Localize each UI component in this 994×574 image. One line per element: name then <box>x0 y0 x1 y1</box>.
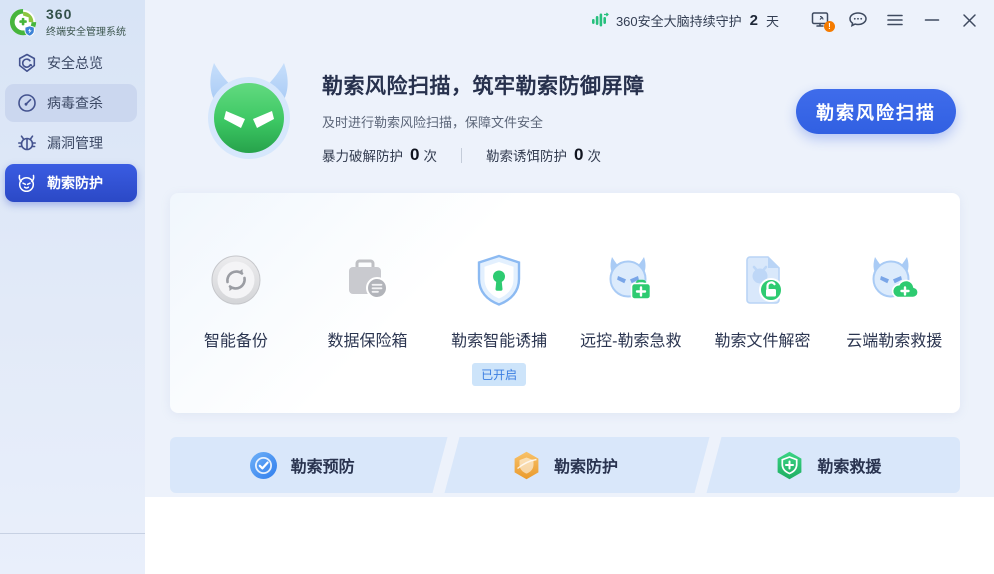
green-hex-shield-icon <box>775 451 804 480</box>
stat-value: 0 <box>574 145 583 165</box>
feature-label: 智能备份 <box>204 327 268 351</box>
stat-value: 0 <box>410 145 419 165</box>
enabled-badge: 已开启 <box>472 363 526 386</box>
sidebar-item-ransomware-protection[interactable]: 勒索防护 <box>5 164 137 202</box>
file-unlock-icon <box>735 249 791 311</box>
feedback-chat-icon[interactable] <box>847 9 869 31</box>
sidebar-item-label: 勒索防护 <box>47 173 103 193</box>
guard-text: 360安全大脑持续守护 <box>616 11 742 30</box>
feature-smart-trap[interactable]: 勒索智能诱捕 已开启 <box>433 249 565 413</box>
main-panel: 360安全大脑持续守护 2 天 ! <box>145 0 994 574</box>
feature-label: 远控-勒索急救 <box>580 327 681 351</box>
brand-subtitle: 终端安全管理系统 <box>46 23 126 38</box>
sidebar-item-label: 病毒查杀 <box>47 93 103 113</box>
virus-scan-icon <box>16 93 37 114</box>
minimize-icon[interactable] <box>921 9 943 31</box>
close-icon[interactable] <box>958 9 980 31</box>
menu-icon[interactable] <box>884 9 906 31</box>
svg-text:!: ! <box>828 22 831 31</box>
features-card: 智能备份 数据保险箱 <box>170 193 960 413</box>
brain-guard-status: 360安全大脑持续守护 2 天 <box>591 11 779 30</box>
ransomware-mascot-icon <box>203 62 295 160</box>
backup-sync-icon <box>208 249 264 311</box>
hero-text: 勒索风险扫描，筑牢勒索防御屏障 及时进行勒索风险扫描，保障文件安全 暴力破解防护… <box>322 70 645 165</box>
bug-icon <box>16 133 37 154</box>
stat-divider <box>461 148 462 163</box>
brand-title: 360 <box>46 7 126 21</box>
tab-label: 勒索防护 <box>554 453 618 477</box>
tab-ransomware-protection[interactable]: 勒索防护 <box>433 437 696 493</box>
page-title: 勒索风险扫描，筑牢勒索防御屏障 <box>322 70 645 100</box>
feature-label: 云端勒索救援 <box>846 327 942 351</box>
tab-label: 勒索预防 <box>291 453 355 477</box>
bottom-tabbar: 勒索预防 勒索防护 <box>170 437 960 493</box>
sidebar-item-security-overview[interactable]: 安全总览 <box>5 44 137 82</box>
sidebar-nav: 安全总览 病毒查杀 <box>5 44 137 202</box>
ransomware-scan-button[interactable]: 勒索风险扫描 <box>796 89 956 134</box>
sidebar-item-label: 漏洞管理 <box>47 133 103 153</box>
demon-icon <box>16 173 37 194</box>
feature-data-safe[interactable]: 数据保险箱 <box>302 249 434 413</box>
sidebar-item-virus-scan[interactable]: 病毒查杀 <box>5 84 137 122</box>
tab-ransomware-prevention[interactable]: 勒索预防 <box>170 437 433 493</box>
stat-unit: 次 <box>423 145 437 165</box>
app-logo: 360 终端安全管理系统 <box>0 0 145 38</box>
tab-label: 勒索救援 <box>817 453 881 477</box>
page-subtitle: 及时进行勒索风险扫描，保障文件安全 <box>322 112 645 131</box>
feature-label: 勒索文件解密 <box>715 327 811 351</box>
feature-smart-backup[interactable]: 智能备份 <box>170 249 302 413</box>
demon-firstaid-icon <box>602 249 660 311</box>
feature-label: 勒索智能诱捕 <box>451 327 547 351</box>
tab-ransomware-rescue[interactable]: 勒索救援 <box>697 437 960 493</box>
blue-circle-check-icon <box>249 451 278 480</box>
feature-file-decrypt[interactable]: 勒索文件解密 <box>697 249 829 413</box>
sidebar: 360 终端安全管理系统 安全总览 <box>0 0 145 574</box>
feature-cloud-rescue[interactable]: 云端勒索救援 <box>828 249 960 413</box>
guard-days: 2 <box>750 12 758 29</box>
360-logo-icon <box>9 8 39 38</box>
protection-stats: 暴力破解防护 0 次 勒索诱饵防护 0 次 <box>322 145 645 165</box>
shield-overview-icon <box>16 53 37 74</box>
wave-icon <box>591 11 610 30</box>
sidebar-divider <box>0 533 145 534</box>
feature-remote-rescue[interactable]: 远控-勒索急救 <box>565 249 697 413</box>
orange-hex-shield-icon <box>512 451 541 480</box>
titlebar: 360安全大脑持续守护 2 天 ! <box>145 0 994 40</box>
app-window: 360 终端安全管理系统 安全总览 <box>0 0 994 574</box>
stat-label: 暴力破解防护 <box>322 145 403 165</box>
data-safe-icon <box>340 249 396 311</box>
screen-alert-icon[interactable]: ! <box>810 9 832 31</box>
stat-label: 勒索诱饵防护 <box>486 145 567 165</box>
demon-cloud-icon <box>865 249 923 311</box>
sidebar-item-label: 安全总览 <box>47 53 103 73</box>
guard-unit: 天 <box>766 11 779 30</box>
shield-keyhole-icon <box>471 249 527 311</box>
sidebar-item-vuln-management[interactable]: 漏洞管理 <box>5 124 137 162</box>
alert-badge: ! <box>824 21 835 32</box>
feature-label: 数据保险箱 <box>328 327 408 351</box>
stat-unit: 次 <box>587 145 601 165</box>
